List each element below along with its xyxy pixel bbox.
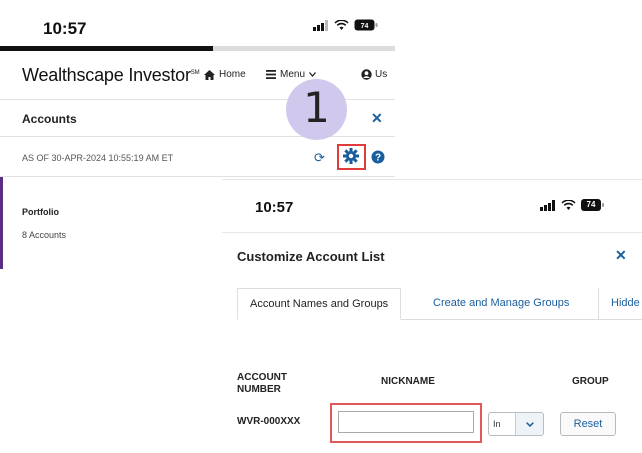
status-time: 10:57 xyxy=(43,19,87,38)
tab-hidden[interactable]: Hidde xyxy=(598,288,642,320)
portfolio-account-count: 8 Accounts xyxy=(22,230,67,240)
progress-fill xyxy=(0,46,214,51)
tab-bar: Account Names and Groups Create and Mana… xyxy=(237,288,642,320)
signal-icon xyxy=(313,19,328,31)
group-select-toggle[interactable] xyxy=(516,413,543,435)
signal-icon xyxy=(540,199,555,211)
wifi-icon xyxy=(561,199,576,210)
help-icon[interactable]: ? xyxy=(371,150,385,164)
account-number: WVR-000XXX xyxy=(237,416,301,427)
gear-icon[interactable] xyxy=(343,148,359,164)
group-select[interactable]: In xyxy=(488,412,544,436)
close-icon[interactable]: ✕ xyxy=(615,247,627,264)
user-icon xyxy=(361,69,372,80)
accounts-title: Accounts xyxy=(22,112,77,126)
nav-home[interactable]: Home xyxy=(204,69,246,80)
tab-account-names-and-groups[interactable]: Account Names and Groups xyxy=(237,288,402,320)
svg-text:74: 74 xyxy=(361,23,369,30)
step-marker: 1 xyxy=(286,79,347,140)
menu-icon xyxy=(266,70,276,79)
nav-menu[interactable]: Menu xyxy=(266,69,317,80)
status-bar: 10:57 74 xyxy=(0,0,400,52)
portfolio-item[interactable]: Portfolio 8 Accounts xyxy=(0,177,222,269)
column-header-group: GROUP xyxy=(572,376,609,387)
brand-logo[interactable]: Wealthscape InvestorSM xyxy=(22,65,200,86)
as-of-timestamp: AS OF 30-APR-2024 10:55:19 AM ET xyxy=(22,153,174,163)
brand-name: Wealthscape Investor xyxy=(22,65,191,85)
brand-service-mark: SM xyxy=(190,70,200,76)
reset-button[interactable]: Reset xyxy=(560,412,616,436)
tab-create-and-manage-groups[interactable]: Create and Manage Groups xyxy=(421,288,581,320)
dialog-title: Customize Account List xyxy=(237,249,385,264)
chevron-down-icon xyxy=(525,421,534,427)
battery-icon: 74 xyxy=(354,19,378,31)
group-select-value: In xyxy=(489,413,516,435)
nav-user[interactable]: Us xyxy=(361,69,387,80)
dialog-header: Customize Account List ✕ xyxy=(222,232,642,278)
chevron-down-icon xyxy=(309,72,317,77)
status-icons: 74 xyxy=(313,19,378,31)
nav-menu-label: Menu xyxy=(280,69,306,80)
nav-home-label: Home xyxy=(219,69,246,80)
battery-icon: 74 xyxy=(581,199,605,211)
step-number: 1 xyxy=(303,83,330,132)
refresh-icon[interactable]: ⟳ xyxy=(314,150,325,166)
nav-user-label: Us xyxy=(375,69,388,80)
nickname-input[interactable] xyxy=(338,411,474,433)
gear-highlight xyxy=(337,144,366,170)
nickname-highlight xyxy=(330,403,482,443)
portfolio-name: Portfolio xyxy=(22,207,59,217)
customize-account-list-screen: 10:57 74 Customize Account List ✕ Accoun… xyxy=(222,179,642,453)
home-icon xyxy=(204,69,215,80)
as-of-bar: AS OF 30-APR-2024 10:55:19 AM ET ⟳ ? xyxy=(0,139,395,177)
status-time: 10:57 xyxy=(255,199,294,216)
column-header-account-number: ACCOUNT NUMBER xyxy=(237,372,287,395)
svg-text:?: ? xyxy=(375,153,381,164)
close-icon[interactable]: ✕ xyxy=(371,110,383,127)
status-icons: 74 xyxy=(540,199,605,211)
wifi-icon xyxy=(334,19,349,30)
battery-level: 74 xyxy=(586,200,596,209)
page-load-progress xyxy=(0,46,395,51)
column-header-nickname: NICKNAME xyxy=(381,376,435,387)
